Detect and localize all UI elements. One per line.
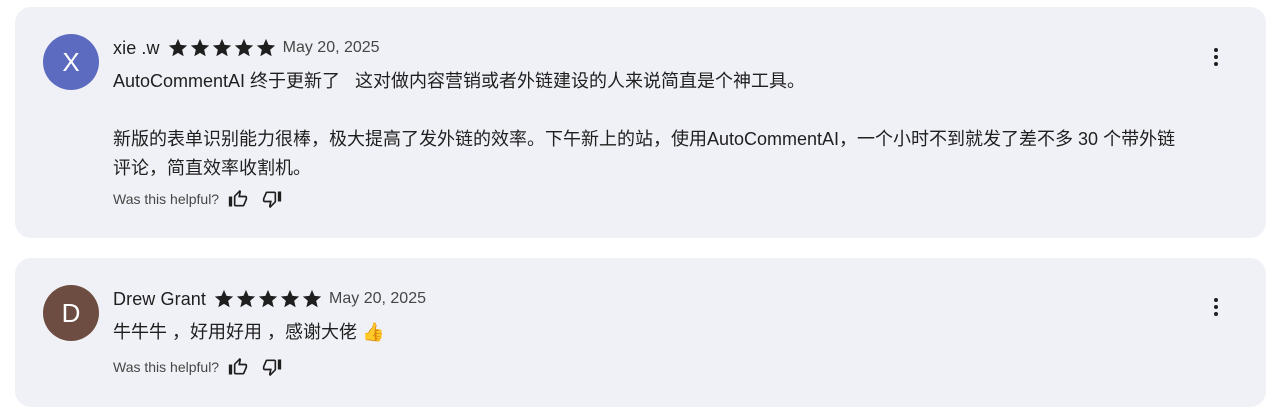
author-name: Drew Grant (113, 288, 207, 309)
star-icon (258, 289, 278, 308)
more-options-button[interactable] (1202, 43, 1230, 71)
star-icon (302, 289, 322, 308)
helpful-row: Was this helpful? (113, 354, 287, 380)
star-rating (213, 288, 323, 310)
thumb-down-button[interactable] (257, 186, 287, 212)
avatar-letter: D (61, 297, 81, 328)
review-card: D Drew Grant May 20, 2025 牛牛牛 ，好用好用 ，感谢大… (15, 258, 1266, 407)
review-text: 牛牛牛 ，好用好用 ，感谢大佬 👍 (113, 322, 385, 342)
star-icon (256, 38, 275, 57)
helpful-label: Was this helpful? (113, 191, 220, 207)
thumb-up-button[interactable] (223, 186, 253, 212)
thumb-up-icon (228, 189, 248, 207)
avatar: D (43, 285, 99, 341)
review-header: Drew Grant May 20, 2025 (113, 288, 426, 310)
thumb-down-icon (262, 359, 282, 377)
more-vert-icon (1214, 48, 1218, 66)
review-text: AutoCommentAI 终于更新了 这对做内容营销或者外链建设的人来说简直是… (113, 71, 1176, 178)
star-rating (167, 37, 277, 59)
review-header: xie .w May 20, 2025 (113, 37, 380, 59)
star-icon (236, 289, 256, 308)
star-icon (190, 38, 209, 57)
star-icon (168, 38, 187, 57)
review-date: May 20, 2025 (282, 39, 380, 56)
star-icon (280, 289, 300, 308)
review-card: X xie .w May 20, 2025 AutoCommentAI 终于更新… (15, 7, 1266, 238)
avatar-letter: X (62, 46, 80, 77)
thumb-up-icon (228, 357, 248, 375)
thumb-down-icon (262, 191, 282, 209)
star-icon (234, 38, 253, 57)
helpful-row: Was this helpful? (113, 186, 287, 212)
helpful-label: Was this helpful? (113, 359, 220, 375)
avatar: X (43, 34, 99, 90)
more-vert-icon (1214, 298, 1218, 316)
review-date: May 20, 2025 (329, 290, 426, 307)
author-name: xie .w (113, 37, 160, 58)
star-icon (212, 38, 231, 57)
thumb-down-button[interactable] (257, 354, 287, 380)
star-icon (214, 289, 234, 308)
more-options-button[interactable] (1202, 293, 1230, 321)
thumb-up-button[interactable] (223, 354, 253, 380)
